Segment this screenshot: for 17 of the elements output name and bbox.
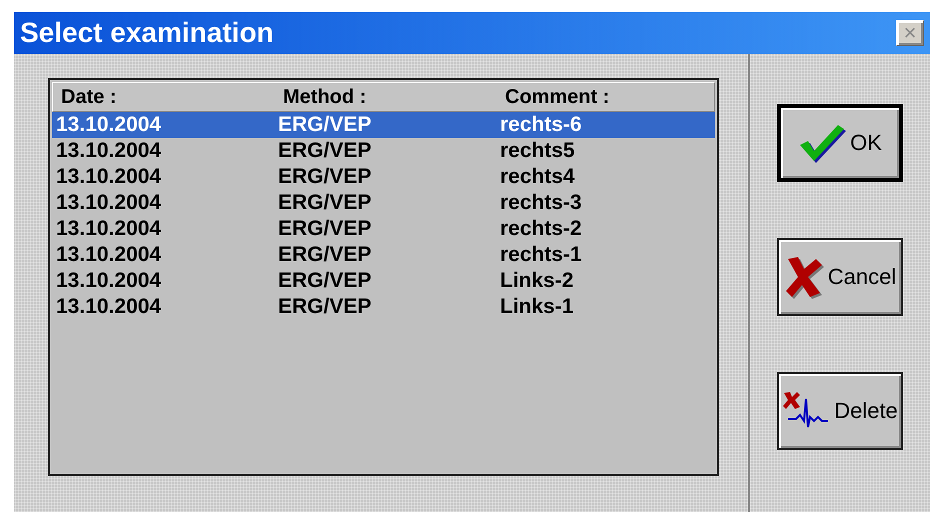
- column-header: Method :: [283, 86, 368, 108]
- cross-icon: [784, 255, 824, 299]
- ok-button[interactable]: OK: [777, 104, 903, 182]
- list-row[interactable]: 13.10.2004 ERG/VEP rechts-3: [52, 190, 715, 216]
- window-title: Select examination: [20, 17, 274, 49]
- delete-button[interactable]: Delete: [777, 372, 903, 450]
- list-row[interactable]: 13.10.2004 ERG/VEP rechts-6: [52, 112, 715, 138]
- checkmark-icon: [798, 123, 846, 163]
- cancel-button[interactable]: Cancel: [777, 238, 903, 316]
- column-header: Comment :: [505, 86, 610, 108]
- column-header: Date :: [61, 86, 118, 108]
- list-row[interactable]: 13.10.2004 ERG/VEP Links-2: [52, 268, 715, 294]
- list-row[interactable]: 13.10.2004 ERG/VEP rechts-1: [52, 242, 715, 268]
- list-row[interactable]: 13.10.2004 ERG/VEP rechts4: [52, 164, 715, 190]
- list-row[interactable]: 13.10.2004 ERG/VEP rechts-2: [52, 216, 715, 242]
- list-row[interactable]: 13.10.2004 ERG/VEP rechts5: [52, 138, 715, 164]
- list-row[interactable]: 13.10.2004 ERG/VEP Links-1: [52, 294, 715, 320]
